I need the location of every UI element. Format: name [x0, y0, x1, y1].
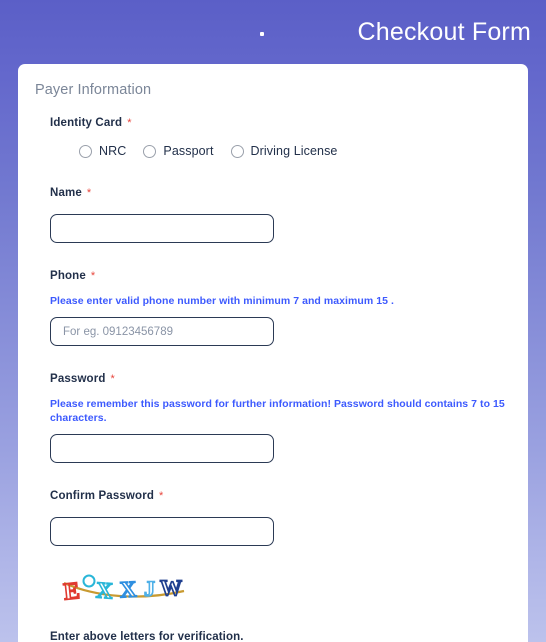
required-asterisk: * [127, 117, 132, 129]
field-verification: Enter above letters for verification. [50, 627, 510, 642]
page-title: Checkout Form [357, 18, 531, 46]
header-dot-icon [260, 32, 264, 36]
identity-card-label: Identity Card * [50, 117, 132, 129]
password-helper-text: Please remember this password for furthe… [50, 398, 505, 424]
phone-input[interactable] [50, 317, 274, 346]
name-input[interactable] [50, 214, 274, 243]
radio-circle-icon[interactable] [230, 144, 244, 158]
confirm-password-label: Confirm Password * [50, 490, 164, 502]
radio-label-nrc: NRC [99, 144, 127, 158]
radio-option-passport[interactable]: Passport [143, 144, 213, 158]
radio-label-passport: Passport [163, 144, 214, 158]
field-confirm-password: Confirm Password * [50, 489, 510, 546]
verification-label: Enter above letters for verification. [50, 631, 244, 642]
radio-circle-icon[interactable] [79, 144, 92, 158]
payer-information-form: Identity Card * NRC Passport Driving Lice… [50, 116, 510, 642]
phone-helper-text: Please enter valid phone number with min… [50, 295, 394, 307]
payer-information-card: Payer Information Identity Card * NRC Pas… [18, 64, 528, 642]
captcha-container: E X X J W [50, 571, 510, 609]
field-password: Password * Please remember this password … [50, 372, 510, 463]
radio-option-nrc[interactable]: NRC [79, 144, 126, 158]
phone-label: Phone * [50, 270, 96, 282]
required-asterisk: * [90, 270, 96, 282]
card-title: Payer Information [35, 82, 152, 98]
svg-text:X: X [95, 577, 114, 603]
field-identity-card: Identity Card * NRC Passport Driving Lice… [50, 116, 510, 158]
name-label: Name * [50, 187, 92, 199]
radio-option-driving-license[interactable]: Driving License [230, 144, 338, 158]
password-label: Password * [50, 373, 115, 385]
captcha-image: E X X J W [62, 574, 185, 606]
identity-card-radio-group: NRC Passport Driving License [50, 144, 510, 158]
required-asterisk: * [86, 187, 92, 199]
required-asterisk: * [159, 490, 164, 502]
svg-text:X: X [119, 577, 137, 603]
field-name: Name * [50, 186, 510, 243]
password-input[interactable] [50, 434, 274, 463]
required-asterisk: * [110, 373, 115, 385]
confirm-password-input[interactable] [50, 517, 274, 546]
svg-text:W: W [160, 575, 182, 600]
radio-circle-icon[interactable] [143, 144, 157, 158]
field-phone: Phone * Please enter valid phone number w… [50, 269, 510, 346]
page-header: Checkout Form [0, 0, 546, 62]
svg-text:E: E [62, 578, 81, 606]
radio-label-driving-license: Driving License [250, 144, 338, 158]
checkout-form-page: Checkout Form Payer Information Identity… [0, 0, 546, 642]
svg-text:J: J [144, 576, 155, 601]
